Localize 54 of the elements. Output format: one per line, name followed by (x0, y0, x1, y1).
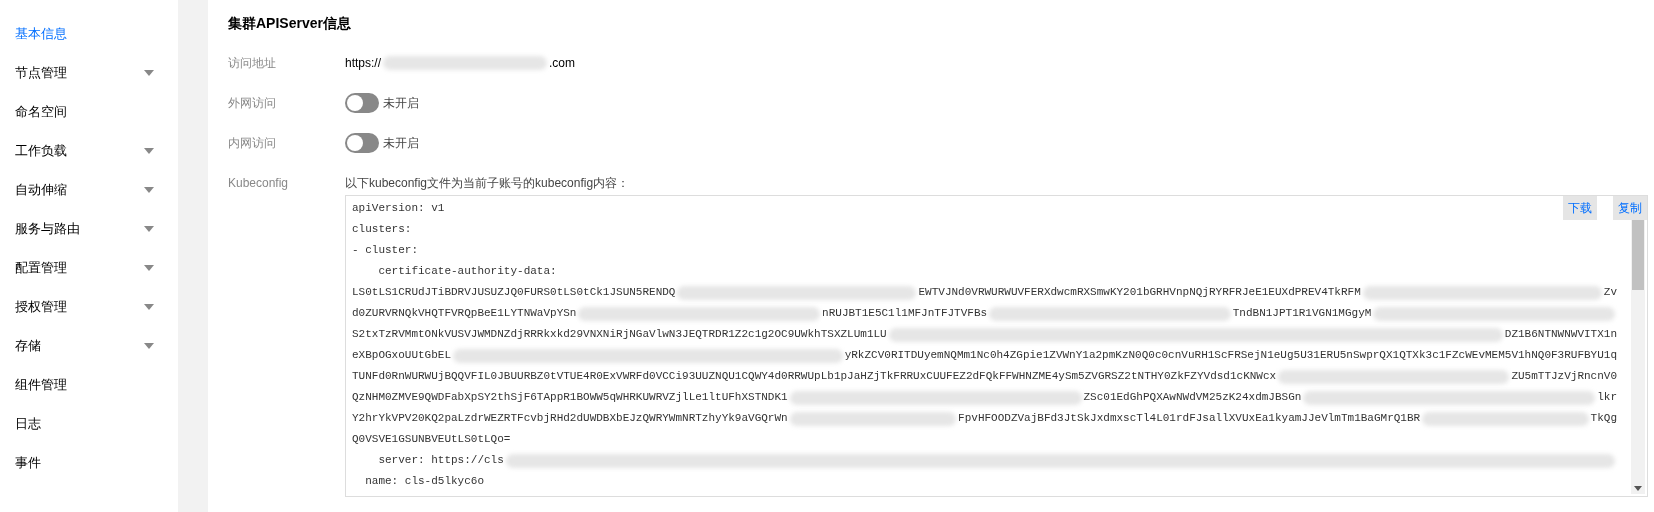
code-text: certificate-authority-data: (377, 264, 557, 280)
sidebar-item[interactable]: 自动伸缩 (0, 170, 178, 209)
code-text: FpvHFOODZVajBFd3JtSkJxdmxscTl4L01rdFJsallXVUxEa1kyamJJeVlmTm1BaGMrQ1BR (958, 411, 1421, 427)
field-label: Kubeconfig (228, 175, 290, 192)
code-text: QzNHM0ZMVE9QWDFabXpSY2thSjF6TAppR1BOWW5qWHRKUWRVZjlLe1ltUFhXSTNDK1 (352, 390, 788, 406)
code-text: - cluster: (352, 243, 418, 259)
section-title: 集群APIServer信息 (228, 14, 352, 33)
code-text: yRkZCV0RITDUyemNQMm1Nc0h4ZGpie1ZVWnY1a2pmKzN0Q0c0cnVuRH1ScFRSejN1eUg5U31ERU5nSwprQX1QTXk3c1FZcWEvMEM5V1hNQ0F3RUFBYU1q (844, 348, 1617, 364)
code-text: server: https://cls (377, 453, 504, 469)
kubeconfig-note: 以下kubeconfig文件为当前子账号的kubeconfig内容： (345, 175, 631, 192)
sidebar-item[interactable]: 服务与路由 (0, 209, 178, 248)
code-text: TkQg (1590, 411, 1617, 427)
sidebar-item[interactable]: 事件 (0, 443, 178, 482)
toggle-status: 未开启 (383, 135, 419, 152)
code-text: eXBpOGxoUUtGbEL (352, 348, 452, 364)
field-label: 外网访问 (228, 95, 277, 112)
sidebar-item[interactable]: 工作负载 (0, 131, 178, 170)
url-text: .com (549, 55, 575, 72)
sidebar-item[interactable]: 组件管理 (0, 365, 178, 404)
code-text: EWTVJNd0VRWURWUVFERXdwcmRXSmwKY201bGRHVnpNQjRYRFRJeE1EUXdPREV4TkRFM (918, 285, 1361, 301)
sidebar-item[interactable]: 授权管理 (0, 287, 178, 326)
code-action-button[interactable]: 复制 (1613, 196, 1647, 220)
code-text: ZU5mTTJzVjRncnV0 (1511, 369, 1617, 385)
code-text: clusters: (352, 222, 412, 238)
toggle-switch[interactable] (345, 93, 379, 113)
code-text: lkr (1597, 390, 1617, 406)
code-text: d0ZURVRNQkVHQTFVRQpBeE1LYTNWaVpYSn (352, 306, 577, 322)
sidebar-item[interactable]: 配置管理 (0, 248, 178, 287)
scrollbar[interactable] (1631, 220, 1645, 494)
field-label: 内网访问 (228, 135, 277, 152)
code-text: DZ1B6NTNWNWVITX1n (1504, 327, 1617, 343)
code-text: nRUJBT1E5C1l1MFJnTFJTVFBs (822, 306, 988, 322)
field-label: 访问地址 (228, 55, 277, 72)
toggle-status: 未开启 (383, 95, 419, 112)
sidebar-item[interactable]: 节点管理 (0, 53, 178, 92)
code-text: TndBN1JPT1R1VGN1MGgyM (1232, 306, 1372, 322)
code-text: apiVersion: v1 (352, 201, 445, 217)
code-text: S2txTzRVMmtONkVUSVJWMDNZdjRRRkxkd29VNXNiRjNGaVlwN3JEQTRDR1Z2c1g2OC9UWkhTSXZLUm1LU (352, 327, 887, 343)
url-text: https:// (345, 55, 382, 72)
code-text: Zv (1603, 285, 1617, 301)
sidebar-item[interactable]: 存储 (0, 326, 178, 365)
code-action-button[interactable]: 下载 (1563, 196, 1597, 220)
code-text: TUNFd0RnWURWUjBQQVFIL0JBUURBZ0tVTUE4R0ExVWRFd0VCCi93UUZNQU1CQWY4d0RRWUpLb1pJaHZjTkFRRUxCUUFEZ2dFQkFFWHNZME4ySm5ZVGRSZ2tNTHY0ZkFZYVdsd1cKNWcx (352, 369, 1277, 385)
sidebar-item[interactable]: 命名空间 (0, 92, 178, 131)
sidebar-item[interactable]: 基本信息 (0, 14, 178, 53)
code-text: name: cls-d5lkyc6o (364, 474, 485, 490)
code-text: Q0VSVE1GSUNBVEUtLS0tLQo= (352, 432, 511, 448)
code-text: ZSc01EdGhPQXAwNWdVM25zK24xdmJBSGn (1083, 390, 1302, 406)
toggle-switch[interactable] (345, 133, 379, 153)
sidebar-item[interactable]: 日志 (0, 404, 178, 443)
scroll-down-arrow-icon[interactable] (1634, 486, 1642, 491)
code-text: Y2hrYkVPV20KQ2paLzdrWEZRTFcvbjRHd2dUWDBXbEJzQWRYWmNRTzhyYk9aVGQrWn (352, 411, 788, 427)
code-text: LS0tLS1CRUdJTiBDRVJUSUZJQ0FURS0tLS0tCk1JSUN5RENDQ (352, 285, 676, 301)
scrollbar-thumb[interactable] (1632, 220, 1644, 290)
